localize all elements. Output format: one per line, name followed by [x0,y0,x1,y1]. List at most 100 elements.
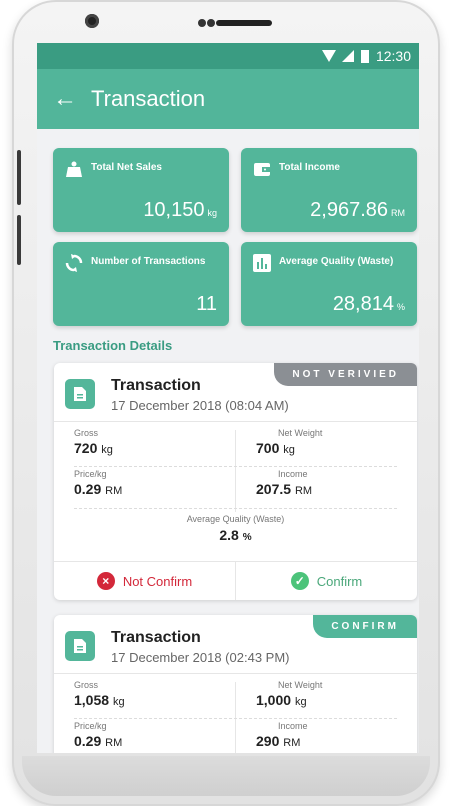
stat-label: Number of Transactions [91,256,206,267]
signal-icon [341,50,354,62]
value-unit: kg [101,444,113,456]
card-title: Transaction [111,629,201,646]
speaker [216,20,272,26]
field-label: Gross [74,680,99,690]
scale-weight-icon [66,161,82,177]
field-value: 1,000 kg [256,692,419,708]
stat-unit: % [396,302,405,312]
value-number: 1,058 [74,692,110,708]
value-unit: % [242,532,252,543]
document-icon [65,631,95,661]
field-value: 720 kg [74,440,244,456]
app-bar: ← Transaction [37,69,419,129]
field-value: 2.8 % [54,527,417,543]
confirm-label: Confirm [316,573,363,589]
price-field: Price/kg 0.29 RM [74,469,244,497]
income-field: Income 290 RM [256,721,419,749]
value-number: 1,000 [256,692,292,708]
value-unit: RM [105,737,123,749]
transaction-card[interactable]: Transaction 17 December 2018 (02:43 PM) … [54,615,417,753]
field-value: 1,058 kg [74,692,244,708]
document-icon [65,379,95,409]
gross-field: Gross 1,058 kg [74,680,244,708]
net-weight-field: Net Weight 700 kg [256,428,419,456]
volume-button [17,150,21,205]
section-title: Transaction Details [53,338,173,353]
not-confirm-label: Not Confirm [122,573,193,589]
stat-value: 10,150 kg [143,199,217,222]
stat-number: 2,967.86 [310,199,388,221]
front-camera [85,14,99,28]
field-value: 0.29 RM [74,733,244,749]
status-badge: CONFIRM [313,615,417,638]
field-label: Income [278,721,308,731]
field-value: 207.5 RM [256,481,419,497]
value-unit: RM [294,485,313,497]
divider [74,466,397,468]
gross-field: Gross 720 kg [74,428,244,456]
phone-chin [22,756,430,796]
card-header: Transaction 17 December 2018 (02:43 PM) … [54,615,417,673]
value-number: 700 [256,440,280,456]
stat-number: 10,150 [143,199,205,221]
stat-label: Total Net Sales [91,162,162,173]
stat-number-of-transactions: Number of Transactions 11 [53,242,229,326]
income-field: Income 207.5 RM [256,469,419,497]
field-label: Net Weight [278,428,323,438]
status-badge: NOT VERIVIED [274,363,417,386]
bar-chart-icon [253,254,271,272]
field-value: 700 kg [256,440,419,456]
value-number: 0.29 [74,481,102,497]
stat-value: 28,814% [333,293,405,316]
field-label: Price/kg [74,469,107,479]
status-time: 12:30 [375,48,411,64]
check-circle-icon: ✓ [290,572,309,590]
card-header: Transaction 17 December 2018 (08:04 AM) … [54,363,417,421]
average-quality-field: Average Quality (Waste) 2.8 % [54,514,417,543]
value-number: 0.29 [74,733,102,749]
card-details: Gross 720 kg Net Weight 700 kg Price/kg 0.2… [54,421,417,562]
field-label: Gross [74,428,99,438]
battery-icon [360,50,369,63]
sensor [198,19,206,27]
confirm-button[interactable]: ✓ Confirm [235,562,417,600]
sensor [207,19,215,27]
value-number: 2.8 [219,527,239,543]
stat-total-income: Total Income 2,967.86 RM [241,148,417,232]
back-arrow-icon[interactable]: ← [53,85,83,113]
stat-number: 28,814 [332,293,394,315]
stat-unit: RM [391,208,405,218]
not-confirm-button[interactable]: × Not Confirm [54,562,235,600]
price-field: Price/kg 0.29 RM [74,721,244,749]
stat-value: 11 [196,293,217,316]
field-label: Net Weight [278,680,323,690]
transaction-card[interactable]: Transaction 17 December 2018 (08:04 AM) … [54,363,417,600]
stats-grid: Total Net Sales 10,150 kg Total Income 2,… [37,129,419,326]
stat-label: Total Income [279,162,340,173]
close-circle-icon: × [96,572,115,590]
value-number: 290 [256,733,280,749]
stat-total-net-sales: Total Net Sales 10,150 kg [53,148,229,232]
stat-average-quality: Average Quality (Waste) 28,814% [241,242,417,326]
value-unit: kg [112,696,125,708]
net-weight-field: Net Weight 1,000 kg [256,680,419,708]
power-button [17,215,21,265]
divider [74,718,397,720]
wallet-icon [254,163,270,176]
card-title: Transaction [111,377,201,394]
wifi-icon [321,50,336,62]
card-details: Gross 1,058 kg Net Weight 1,000 kg Price/k… [54,673,417,753]
field-value: 290 RM [256,733,419,749]
refresh-icon [65,254,83,272]
value-unit: RM [105,485,123,497]
stat-label: Average Quality (Waste) [279,256,394,267]
divider [74,508,397,510]
field-value: 0.29 RM [74,481,244,497]
card-date: 17 December 2018 (02:43 PM) [111,650,290,665]
stat-number: 11 [196,293,217,315]
field-label: Average Quality (Waste) [186,514,285,524]
field-label: Price/kg [74,721,107,731]
status-bar: 12:30 [37,43,419,69]
card-date: 17 December 2018 (08:04 AM) [111,398,289,413]
value-unit: kg [283,444,295,456]
